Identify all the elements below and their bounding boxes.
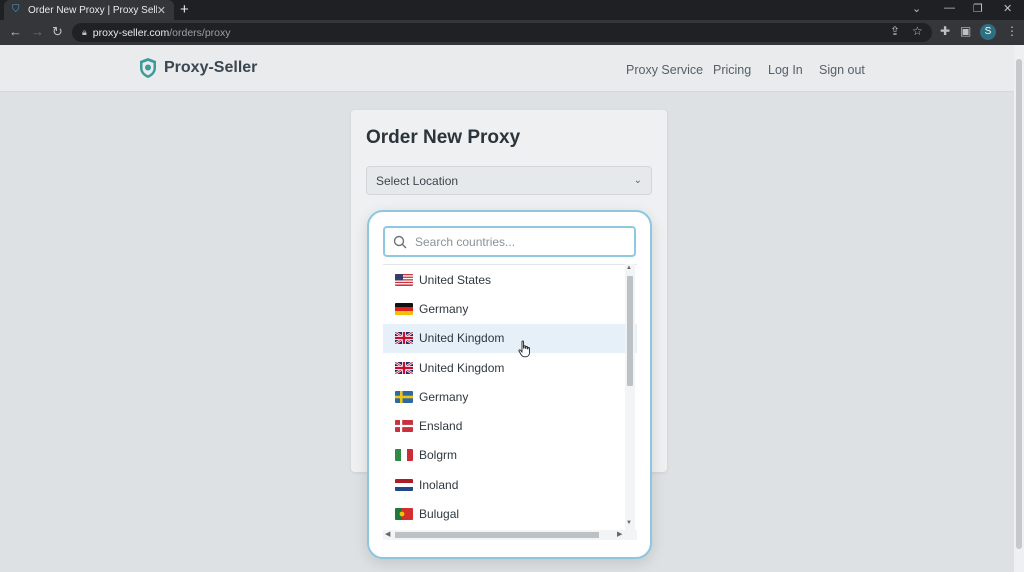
search-icon — [393, 235, 407, 248]
flag-se-icon — [395, 390, 413, 403]
logo[interactable]: Proxy-Seller — [138, 57, 257, 79]
nav-sign-out[interactable]: Sign out — [819, 63, 865, 77]
nav-proxy-service[interactable]: Proxy Service — [626, 63, 703, 77]
shield-logo-icon — [140, 58, 156, 78]
country-option-label: Bolgrm — [419, 448, 458, 463]
back-icon[interactable]: ← — [9, 24, 22, 39]
shield-favicon-icon: ⛉ — [12, 4, 20, 15]
page-title: Order New Proxy — [366, 127, 521, 148]
country-option-label: United States — [419, 272, 492, 287]
list-vertical-scrollbar[interactable]: ▲ ▼ — [625, 264, 635, 530]
bookmark-star-icon[interactable]: ☆ — [912, 24, 923, 38]
scroll-up-icon[interactable]: ▲ — [626, 265, 632, 271]
page-scrollbar-thumb[interactable] — [1016, 59, 1022, 549]
country-option[interactable]: Germany — [383, 294, 637, 323]
page-scrollbar[interactable] — [1014, 45, 1024, 572]
site-header: Proxy-Seller Proxy Service Pricing Log I… — [0, 45, 1014, 92]
country-list: United States Germany United Kingdom United… — [383, 264, 637, 530]
country-option[interactable]: United States — [383, 265, 637, 294]
scroll-left-icon[interactable]: ◀ — [385, 530, 390, 538]
country-search[interactable] — [383, 226, 636, 257]
country-option[interactable]: Inoland — [383, 470, 637, 499]
extensions-icon[interactable]: ✚ — [940, 24, 950, 38]
country-option[interactable]: Bulugal — [383, 499, 637, 528]
menu-kebab-icon[interactable]: ⋮ — [1006, 24, 1018, 38]
country-option[interactable]: Germany — [383, 382, 637, 411]
nav-log-in[interactable]: Log In — [768, 63, 803, 77]
flag-uk-icon — [395, 332, 413, 345]
country-option-label: Inoland — [419, 477, 459, 492]
country-option[interactable]: United Kingdom — [383, 353, 637, 382]
country-option-label: United Kingdom — [419, 331, 505, 346]
nav-pricing[interactable]: Pricing — [713, 63, 751, 77]
flag-us-icon — [395, 273, 413, 286]
url-path: /orders/proxy — [169, 26, 231, 39]
flag-uk-icon — [395, 361, 413, 374]
flag-pt-icon — [395, 508, 413, 521]
profile-avatar[interactable]: S — [980, 24, 996, 40]
country-option-label: Germany — [419, 301, 469, 316]
minimize-icon[interactable]: — — [944, 2, 955, 14]
close-tab-icon[interactable]: ✕ — [157, 4, 166, 17]
lock-icon: 🔒︎ — [82, 27, 87, 37]
logo-text: Proxy-Seller — [164, 59, 258, 76]
reload-icon[interactable]: ↻ — [52, 24, 63, 40]
new-tab-icon[interactable]: + — [180, 1, 189, 19]
tab-title: Order New Proxy | Proxy Seller — [28, 4, 157, 16]
scroll-down-icon[interactable]: ▼ — [626, 520, 632, 526]
browser-tab[interactable]: ⛉ Order New Proxy | Proxy Seller ✕ — [4, 0, 174, 20]
list-horizontal-scrollbar[interactable]: ◀ ▶ — [383, 530, 637, 540]
scroll-right-icon[interactable]: ▶ — [617, 530, 622, 538]
location-select[interactable]: Select Location ⌄ — [366, 166, 652, 195]
country-option[interactable]: United Kingdom — [383, 323, 637, 353]
share-icon[interactable]: ⇪ — [890, 24, 900, 38]
address-bar[interactable]: 🔒︎ proxy-seller.com /orders/proxy — [72, 23, 932, 42]
tab-search-icon[interactable]: ⌄ — [912, 2, 921, 15]
country-search-input[interactable] — [415, 234, 615, 249]
side-panel-icon[interactable]: ▣ — [960, 24, 971, 38]
close-window-icon[interactable]: ✕ — [1003, 2, 1012, 15]
url-host: proxy-seller.com — [92, 26, 170, 39]
country-option-label: Germany — [419, 389, 469, 404]
country-option-label: Bulugal — [419, 507, 460, 522]
restore-icon[interactable]: ❐ — [973, 2, 983, 15]
country-option[interactable]: Bolgrm — [383, 441, 637, 470]
hand-pointer-cursor-icon — [518, 340, 530, 358]
location-select-label: Select Location — [376, 173, 459, 188]
browser-toolbar: ← → ↻ 🔒︎ proxy-seller.com /orders/proxy … — [0, 20, 1024, 45]
list-scroll-thumb[interactable] — [627, 276, 633, 386]
country-option-label: Ensland — [419, 419, 463, 434]
browser-tab-bar: ⛉ Order New Proxy | Proxy Seller ✕ + ⌄ —… — [0, 0, 1024, 20]
forward-icon[interactable]: → — [31, 24, 44, 39]
country-option[interactable]: Ensland — [383, 411, 637, 440]
chevron-down-icon: ⌄ — [633, 175, 642, 186]
country-dropdown: United States Germany United Kingdom United… — [367, 210, 652, 559]
flag-it-icon — [395, 449, 413, 462]
flag-de-icon — [395, 302, 413, 315]
country-option-label: United Kingdom — [419, 360, 505, 375]
flag-nl-icon — [395, 478, 413, 491]
list-hscroll-thumb[interactable] — [395, 532, 599, 538]
flag-dk-icon — [395, 420, 413, 433]
